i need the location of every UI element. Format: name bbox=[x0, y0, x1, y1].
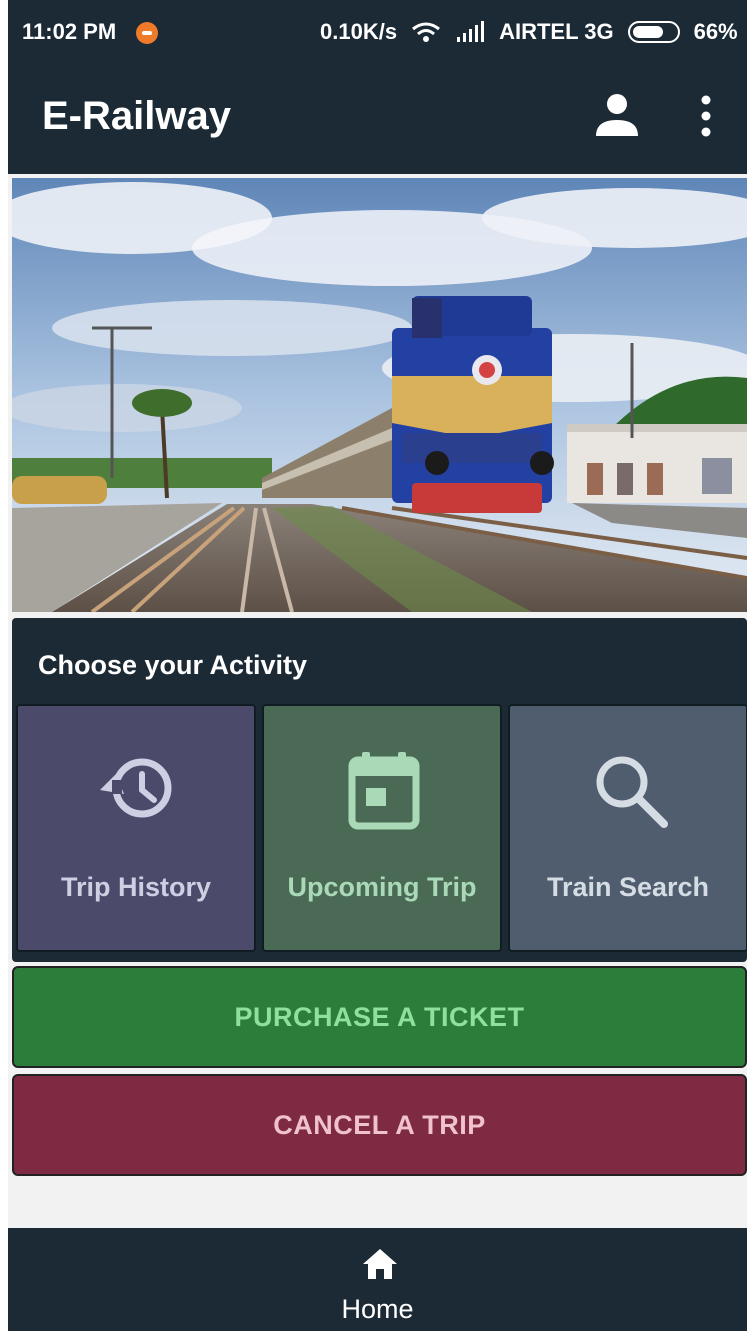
account-icon[interactable] bbox=[594, 92, 640, 138]
upcoming-trip-tile[interactable]: Upcoming Trip bbox=[262, 704, 502, 952]
history-icon bbox=[100, 758, 172, 818]
hero-train-image bbox=[12, 178, 747, 612]
app-bar: E-Railway bbox=[8, 62, 747, 174]
cancel-trip-button[interactable]: CANCEL A TRIP bbox=[12, 1074, 747, 1176]
status-right: 0.10K/s AIRTEL 3G 66% bbox=[320, 19, 738, 45]
activity-title: Choose your Activity bbox=[38, 650, 308, 680]
network-speed: 0.10K/s bbox=[320, 19, 398, 44]
purchase-ticket-button[interactable]: PURCHASE A TICKET bbox=[12, 966, 747, 1068]
train-search-tile[interactable]: Train Search bbox=[508, 704, 747, 952]
status-bar: 11:02 PM 0.10K/s AIRTEL 3G 66% bbox=[8, 0, 747, 62]
trip-history-tile[interactable]: Trip History bbox=[16, 704, 256, 952]
tile-label-trip-history: Trip History bbox=[60, 872, 212, 902]
notification-icon bbox=[136, 22, 158, 44]
calendar-icon bbox=[348, 752, 420, 830]
battery-level: 66% bbox=[693, 19, 738, 44]
carrier-name: AIRTEL 3G bbox=[499, 19, 614, 44]
app-screen: 11:02 PM 0.10K/s AIRTEL 3G 66% E-Railway bbox=[8, 0, 747, 1331]
wifi-icon bbox=[412, 22, 440, 42]
more-options-icon[interactable] bbox=[698, 94, 714, 138]
tile-label-upcoming-trip: Upcoming Trip bbox=[287, 872, 477, 902]
activity-card: Choose your Activity Trip History Upcomi… bbox=[12, 618, 747, 962]
battery-icon bbox=[627, 21, 680, 43]
app-title: E-Railway bbox=[42, 94, 231, 138]
status-time: 11:02 PM bbox=[22, 19, 117, 44]
signal-icon bbox=[457, 21, 485, 42]
bottom-navigation: Home bbox=[8, 1228, 747, 1331]
search-icon bbox=[596, 756, 668, 828]
home-icon[interactable] bbox=[362, 1248, 398, 1280]
tile-label-train-search: Train Search bbox=[546, 872, 710, 902]
nav-home-label[interactable]: Home bbox=[8, 1294, 747, 1325]
